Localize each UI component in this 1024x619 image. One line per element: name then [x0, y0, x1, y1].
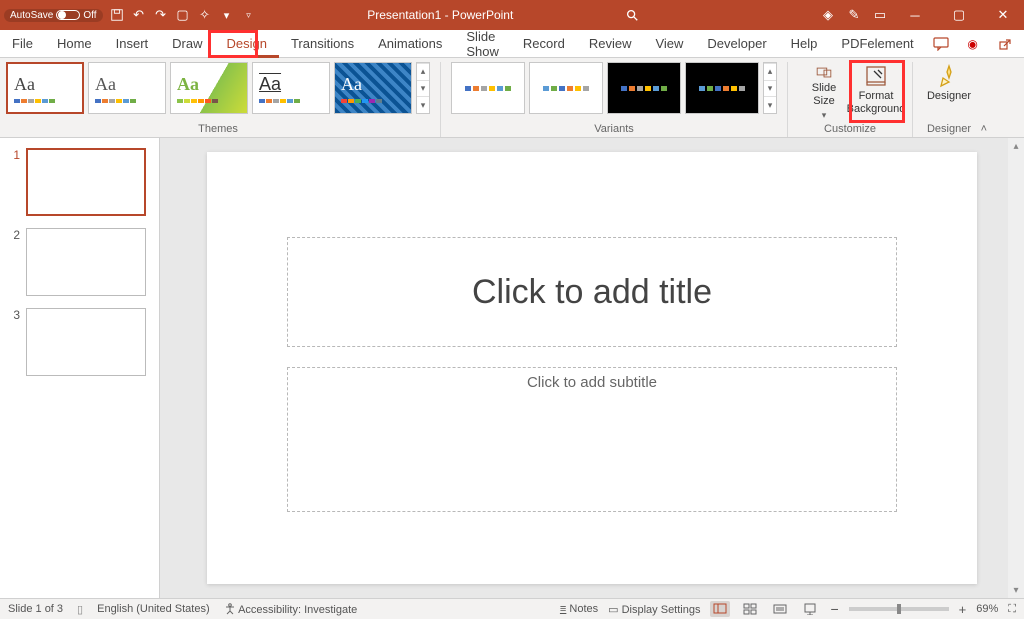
normal-view-icon[interactable]	[710, 601, 730, 617]
fit-to-window-icon[interactable]: ⛶	[1008, 603, 1016, 616]
zoom-in-button[interactable]: +	[959, 602, 967, 617]
format-background-button[interactable]: Format Background	[850, 62, 902, 120]
slide-size-button[interactable]: Slide Size ▾	[798, 62, 850, 120]
slide-counter[interactable]: Slide 1 of 3	[8, 603, 63, 615]
language-status[interactable]: English (United States)	[97, 603, 210, 615]
slide-thumb-3[interactable]: 3	[8, 308, 151, 376]
theme-item[interactable]: Aa	[88, 62, 166, 114]
tab-record[interactable]: Record	[511, 30, 577, 58]
subtitle-placeholder[interactable]: Click to add subtitle	[287, 367, 897, 512]
thumbnail-icon	[26, 148, 146, 216]
customize-group: Slide Size ▾ Format Background Customize	[798, 62, 913, 137]
designer-button[interactable]: Designer	[923, 62, 975, 120]
collapse-ribbon-icon[interactable]: ˄	[981, 123, 987, 135]
window-title: Presentation1 - PowerPoint	[257, 8, 624, 22]
reading-view-icon[interactable]	[770, 601, 790, 617]
slide-thumbnails-panel: 1 2 3	[0, 138, 160, 598]
zoom-value[interactable]: 69%	[976, 603, 998, 615]
zoom-slider[interactable]	[849, 607, 949, 611]
quickaccess-more-icon[interactable]: ▾	[219, 7, 235, 23]
themes-more-button[interactable]: ▴▾▾	[416, 62, 430, 114]
minimize-button[interactable]: ─	[898, 0, 932, 30]
tab-file[interactable]: File	[0, 30, 45, 58]
titlebar: AutoSave Off ↶ ↷ ▢ ✧ ▾ ▿ Presentation1 -…	[0, 0, 1024, 30]
scroll-up-icon[interactable]: ▴	[1008, 138, 1024, 154]
thumbnail-icon	[26, 308, 146, 376]
tab-transitions[interactable]: Transitions	[279, 30, 366, 58]
comments-icon[interactable]	[926, 33, 956, 55]
slideshow-view-icon[interactable]	[800, 601, 820, 617]
tab-animations[interactable]: Animations	[366, 30, 454, 58]
theme-item[interactable]: Aa	[334, 62, 412, 114]
title-placeholder[interactable]: Click to add title	[287, 237, 897, 347]
qat-customize-icon[interactable]: ▿	[241, 7, 257, 23]
theme-item[interactable]: Aa	[170, 62, 248, 114]
variants-group-label: Variants	[594, 123, 634, 137]
tab-home[interactable]: Home	[45, 30, 104, 58]
themes-group: Aa Aa Aa Aa Aa ▴▾▾ Themes	[6, 62, 441, 137]
display-settings[interactable]: ▭ Display Settings	[608, 603, 700, 616]
search-icon[interactable]	[624, 7, 640, 23]
tab-developer[interactable]: Developer	[695, 30, 778, 58]
tab-view[interactable]: View	[643, 30, 695, 58]
workspace: 1 2 3 Click to add title Click to add su…	[0, 138, 1024, 598]
variants-group: ▴▾▾ Variants	[451, 62, 788, 137]
slide-thumb-1[interactable]: 1	[8, 148, 151, 216]
variant-item[interactable]	[529, 62, 603, 114]
zoom-out-button[interactable]: −	[830, 601, 838, 617]
slide-editor: Click to add title Click to add subtitle…	[160, 138, 1024, 598]
ribbon-content: Aa Aa Aa Aa Aa ▴▾▾ Themes	[0, 58, 1024, 138]
tab-review[interactable]: Review	[577, 30, 644, 58]
thumbnail-icon	[26, 228, 146, 296]
maximize-button[interactable]: ▢	[942, 0, 976, 30]
stat-icon[interactable]: ▯	[77, 603, 83, 616]
scroll-down-icon[interactable]: ▾	[1008, 582, 1024, 598]
variants-more-button[interactable]: ▴▾▾	[763, 62, 777, 114]
designer-group-label: Designer	[927, 123, 971, 137]
tab-insert[interactable]: Insert	[104, 30, 161, 58]
theme-office[interactable]: Aa	[6, 62, 84, 114]
notes-toggle[interactable]: ≡ Notes	[560, 603, 598, 615]
vertical-scrollbar[interactable]: ▴ ▾	[1008, 138, 1024, 598]
autosave-state: Off	[83, 10, 96, 21]
autosave-toggle[interactable]: AutoSave Off	[4, 9, 103, 22]
designer-group: Designer Designer ˄	[923, 62, 985, 137]
close-button[interactable]: ✕	[986, 0, 1020, 30]
variant-item[interactable]	[685, 62, 759, 114]
brush-icon[interactable]: ✎	[846, 7, 862, 23]
toggle-off-icon	[56, 10, 80, 20]
record-indicator-icon[interactable]: ◉	[958, 33, 988, 55]
redo-icon[interactable]: ↷	[153, 7, 169, 23]
tab-design[interactable]: Design	[215, 30, 279, 58]
save-icon[interactable]	[109, 7, 125, 23]
variant-item[interactable]	[607, 62, 681, 114]
themes-group-label: Themes	[198, 123, 238, 137]
slide-sorter-icon[interactable]	[740, 601, 760, 617]
tab-slideshow[interactable]: Slide Show	[454, 30, 511, 58]
tab-draw[interactable]: Draw	[160, 30, 214, 58]
share-icon[interactable]	[990, 33, 1020, 55]
statusbar: Slide 1 of 3 ▯ English (United States) A…	[0, 598, 1024, 619]
autosave-label: AutoSave	[10, 10, 53, 21]
customize-group-label: Customize	[824, 123, 876, 137]
slide-canvas: Click to add title Click to add subtitle	[207, 152, 977, 584]
undo-icon[interactable]: ↶	[131, 7, 147, 23]
accessibility-status[interactable]: Accessibility: Investigate	[224, 603, 358, 616]
diamond-icon[interactable]: ◈	[820, 7, 836, 23]
touch-mode-icon[interactable]: ✧	[197, 7, 213, 23]
ribbon-display-icon[interactable]: ▭	[872, 7, 888, 23]
slide-thumb-2[interactable]: 2	[8, 228, 151, 296]
present-icon[interactable]: ▢	[175, 7, 191, 23]
ribbon-tab-strip: File Home Insert Draw Design Transitions…	[0, 30, 1024, 58]
theme-item[interactable]: Aa	[252, 62, 330, 114]
variant-item[interactable]	[451, 62, 525, 114]
tab-help[interactable]: Help	[779, 30, 830, 58]
tab-pdfelement[interactable]: PDFelement	[829, 30, 925, 58]
